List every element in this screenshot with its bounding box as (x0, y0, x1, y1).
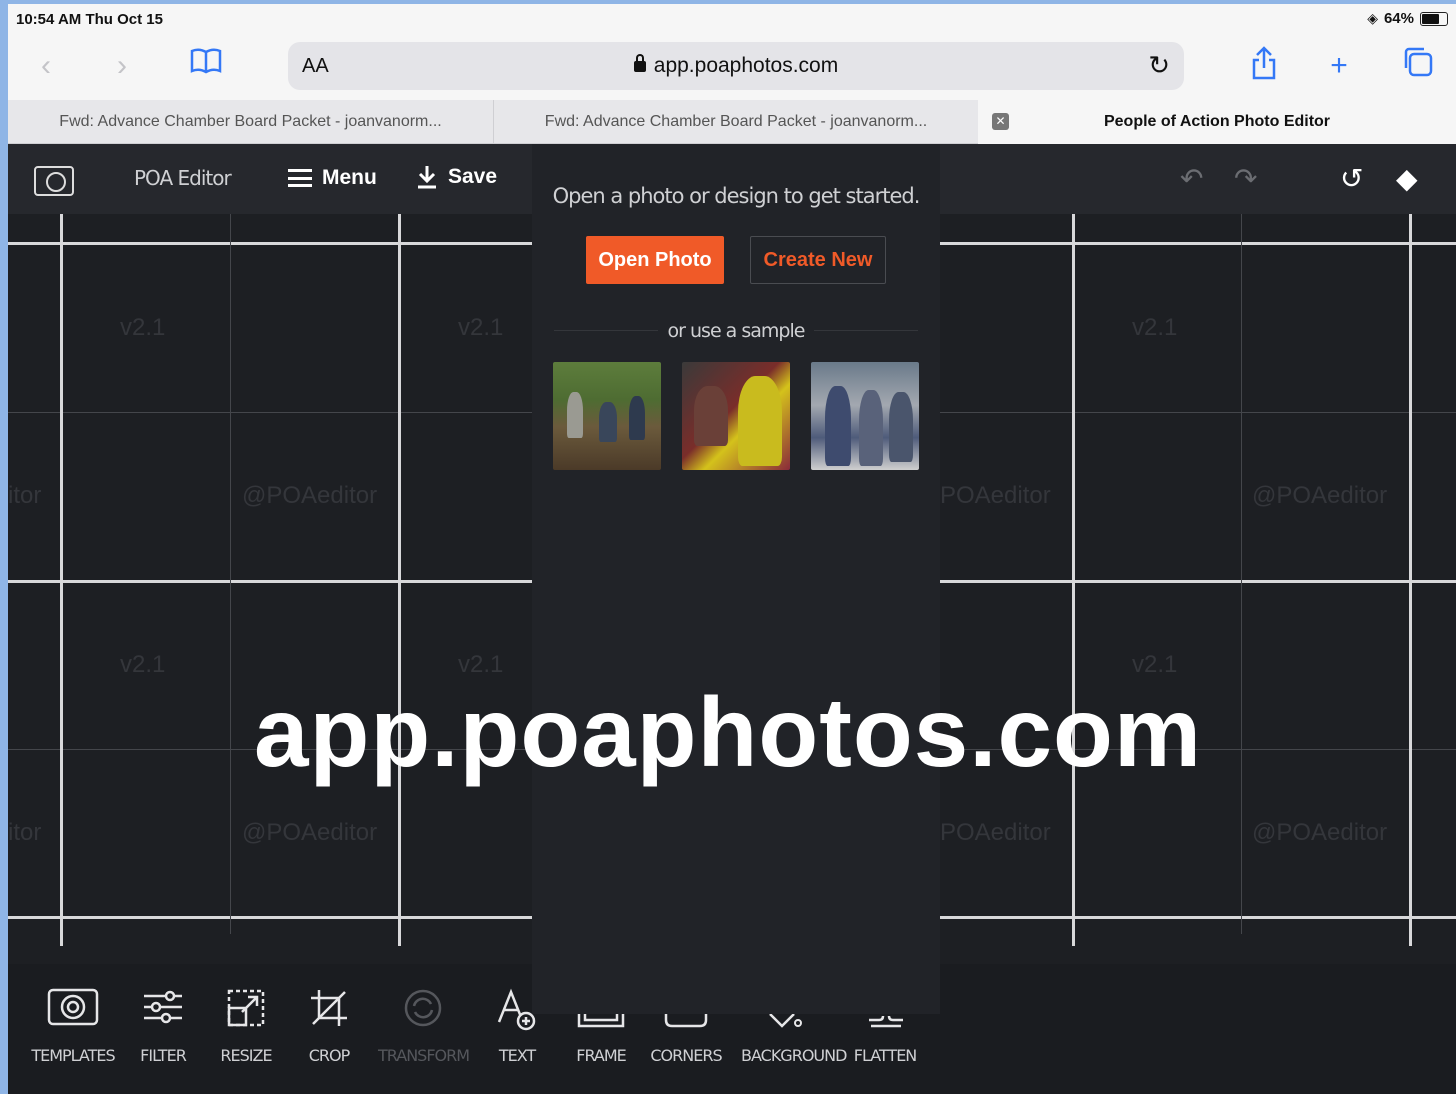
watermark-version: v2.1 (120, 651, 166, 678)
watermark-version: v2.1 (1132, 314, 1178, 341)
figure (738, 376, 782, 466)
sliders-icon (118, 988, 208, 1032)
grid-line (230, 214, 231, 934)
tab-1[interactable]: Fwd: Advance Chamber Board Packet - joan… (8, 100, 494, 144)
tab-active-title: People of Action Photo Editor (1103, 113, 1331, 130)
watermark-handle: POAeditor (940, 819, 1051, 846)
tab-bar: Fwd: Advance Chamber Board Packet - joan… (8, 100, 1456, 144)
watermark-handle: @POAeditor (1252, 482, 1388, 509)
battery-percent: 64% (1383, 10, 1414, 27)
tool-transform: TRANSFORM (378, 988, 470, 1065)
save-label: Save (448, 165, 498, 188)
download-icon (418, 166, 436, 189)
tool-resize[interactable]: RESIZE (201, 988, 291, 1065)
tool-label: FILTER (140, 1046, 187, 1065)
watermark-version: v2.1 (458, 651, 504, 678)
redo-icon[interactable]: ↷ (1234, 162, 1257, 195)
status-bar: 10:54 AM Thu Oct 15 ◈ 64% (8, 4, 1456, 34)
url-text: app.poaphotos.com (653, 54, 839, 77)
tool-label: RESIZE (220, 1046, 272, 1065)
tool-label: TRANSFORM (378, 1046, 470, 1065)
forward-icon[interactable]: › (102, 46, 142, 86)
tool-crop[interactable]: CROP (284, 988, 374, 1065)
bookmarks-icon[interactable] (186, 46, 226, 86)
grid-line (60, 214, 63, 946)
battery-icon (1420, 11, 1448, 26)
figure (629, 396, 645, 440)
menu-button[interactable]: Menu (288, 166, 377, 190)
sample-label: or use a sample (532, 320, 940, 342)
tool-label: BACKGROUND (741, 1046, 847, 1065)
tab-2[interactable]: Fwd: Advance Chamber Board Packet - joan… (494, 100, 978, 144)
grid-line (398, 214, 401, 946)
save-button[interactable]: Save (416, 164, 497, 190)
figure (567, 392, 583, 438)
url-text-row[interactable]: app.poaphotos.com (288, 54, 1184, 78)
tool-filter[interactable]: FILTER (118, 988, 208, 1065)
watermark-handle: itor (8, 482, 42, 509)
sample-photo-kids[interactable] (682, 362, 790, 470)
tool-label: TEXT (498, 1046, 536, 1065)
start-panel: Open a photo or design to get started. O… (532, 144, 940, 1014)
rotate-icon (378, 988, 468, 1032)
new-tab-icon[interactable]: + (1319, 46, 1359, 86)
hamburger-icon (288, 169, 312, 187)
watermark-handle: itor (8, 819, 42, 846)
browser-toolbar: ‹ › AA app.poaphotos.com ↻ + (8, 34, 1456, 100)
watermark-handle: @POAeditor (242, 482, 378, 509)
watermark-handle: @POAeditor (1252, 819, 1388, 846)
tool-label: TEMPLATES (31, 1046, 115, 1065)
watermark-version: v2.1 (120, 314, 166, 341)
battery-indicator: ◈ 64% (1367, 10, 1448, 27)
tool-templates[interactable]: TEMPLATES (28, 988, 118, 1065)
ipad-screen: 10:54 AM Thu Oct 15 ◈ 64% ‹ › AA app.poa… (8, 4, 1456, 1094)
tool-label: FRAME (576, 1046, 627, 1065)
share-icon[interactable] (1244, 46, 1284, 86)
menu-label: Menu (322, 166, 377, 189)
undo-icon[interactable]: ↶ (1180, 162, 1203, 195)
close-tab-icon[interactable]: ✕ (992, 113, 1009, 130)
url-caption: app.poaphotos.com (254, 677, 1202, 787)
history-icon[interactable]: ↺ (1340, 162, 1363, 195)
resize-icon (201, 988, 291, 1032)
layers-icon[interactable]: ◆ (1396, 162, 1418, 195)
figure (599, 402, 617, 442)
watermark-version: v2.1 (1132, 651, 1178, 678)
start-prompt: Open a photo or design to get started. (552, 184, 921, 208)
grid-line (1241, 214, 1242, 934)
poa-logo-icon (34, 166, 74, 196)
sample-photo-garden[interactable] (553, 362, 661, 470)
figure (859, 390, 883, 466)
sample-photo-kitchen[interactable] (811, 362, 919, 470)
tabs-overview-icon[interactable] (1398, 46, 1438, 86)
figure (694, 386, 728, 446)
figure (889, 392, 913, 462)
open-photo-button[interactable]: Open Photo (586, 236, 724, 284)
lock-icon (633, 54, 646, 72)
back-icon[interactable]: ‹ (26, 46, 66, 86)
create-new-button[interactable]: Create New (750, 236, 886, 284)
crop-icon (284, 988, 374, 1032)
watermark-version: v2.1 (458, 314, 504, 341)
status-time: 10:54 AM Thu Oct 15 (16, 11, 163, 28)
watermark-handle: @POAeditor (242, 819, 378, 846)
address-bar[interactable]: AA app.poaphotos.com ↻ (288, 42, 1184, 90)
wifi-icon: ◈ (1367, 10, 1378, 26)
camera-icon (28, 988, 118, 1032)
tool-label: CROP (308, 1046, 351, 1065)
grid-line (1409, 214, 1412, 946)
reload-icon[interactable]: ↻ (1148, 50, 1170, 81)
app-name: POA Editor (134, 166, 232, 190)
tool-label: CORNERS (650, 1046, 722, 1065)
figure (825, 386, 851, 466)
tab-active[interactable]: ✕ People of Action Photo Editor (978, 100, 1456, 144)
tool-label: FLATTEN (853, 1046, 918, 1065)
sample-label-text: or use a sample (657, 320, 815, 342)
grid-line (1072, 214, 1075, 946)
watermark-handle: POAeditor (940, 482, 1051, 509)
